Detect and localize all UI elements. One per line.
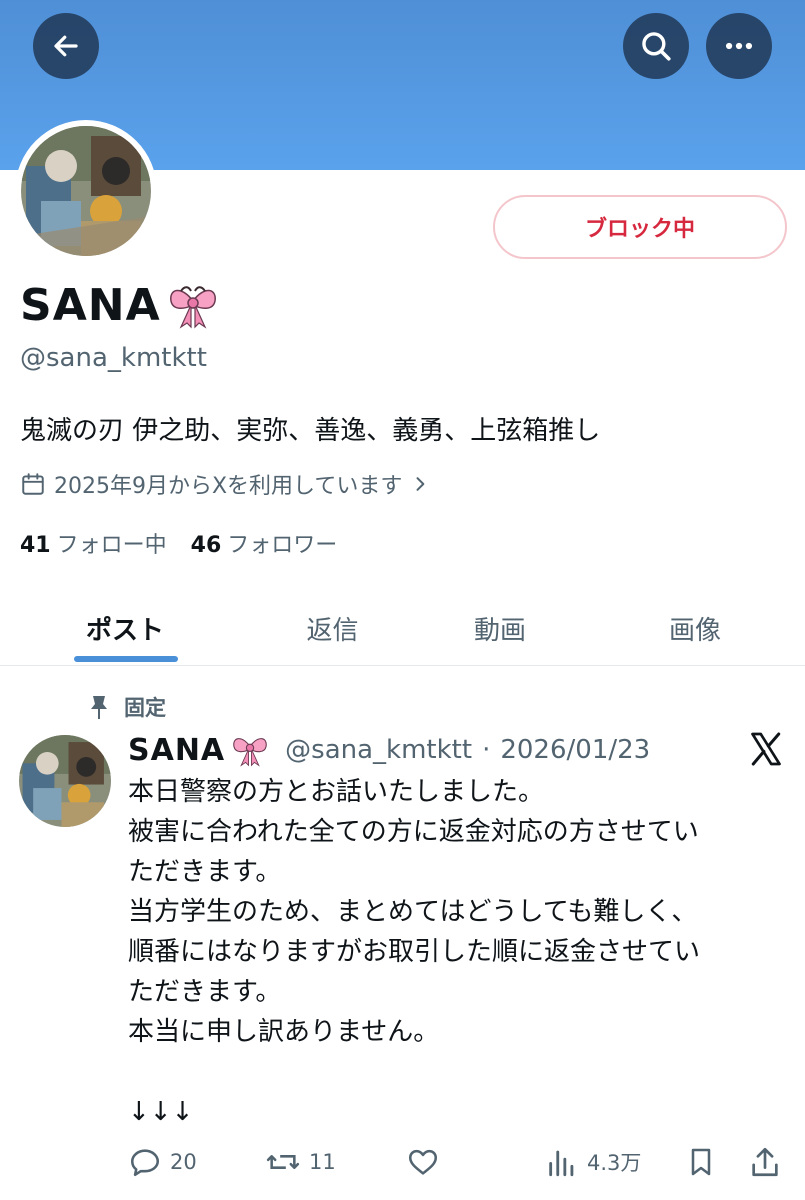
share-icon [752,1147,778,1177]
bookmark-button[interactable] [685,1140,717,1184]
x-logo-icon [751,732,781,766]
post-separator: · [482,735,491,765]
tab-videos[interactable]: 動画 [400,590,600,666]
post-avatar[interactable] [19,735,111,827]
like-button[interactable] [405,1140,441,1184]
joined-date-text: 2025年9月からXを利用しています [54,474,403,499]
block-status-button[interactable]: ブロック中 [493,195,787,259]
repost-count: 11 [309,1150,336,1174]
ribbon-emoji [169,286,216,329]
repost-button[interactable]: 11 [265,1140,336,1184]
post-date[interactable]: 2026/01/23 [500,735,650,765]
profile-handle: @sana_kmtktt [20,343,207,373]
profile-avatar[interactable] [15,120,157,262]
more-horizontal-icon [725,42,753,50]
avatar-illustration-small [19,735,111,827]
followers-link[interactable]: 46 フォロワー [191,527,338,559]
following-count: 41 [20,533,51,558]
calendar-icon [22,473,44,495]
tab-images[interactable]: 画像 [595,590,795,666]
profile-display-name: SANA [20,280,219,332]
profile-tabs: ポスト 返信 動画 画像 [0,590,805,666]
reply-button[interactable]: 20 [128,1140,197,1184]
heart-icon [408,1149,438,1175]
chevron-right-icon [416,477,425,491]
ribbon-emoji-small [233,738,267,767]
reply-icon [130,1149,160,1177]
post-header: SANA @sana_kmtktt · 2026/01/23 [128,728,650,772]
followers-count: 46 [190,533,222,558]
repost-icon [266,1155,300,1169]
active-tab-indicator [74,656,178,662]
views-chart-icon [549,1150,574,1177]
following-link[interactable]: 41 フォロー中 [20,527,167,559]
pin-icon [91,696,107,719]
joined-date-row[interactable]: 2025年9月からXを利用しています [20,468,430,500]
bookmark-icon [691,1148,711,1176]
tab-posts[interactable]: ポスト [20,590,230,666]
share-button[interactable] [748,1140,782,1184]
views-button[interactable]: 4.3万 [545,1140,641,1184]
arrow-left-icon [54,35,78,57]
pinned-text: 固定 [124,696,166,720]
post-author-name[interactable]: SANA [128,733,225,768]
follow-stats: 41 フォロー中 46 フォロワー [20,527,337,559]
pinned-label-row: 固定 [88,692,166,722]
search-button[interactable] [623,13,689,79]
post-text: 本日警察の方とお話いたしました。 被害に合われた全ての方に返金対応の方させてい … [128,777,701,1127]
back-button[interactable] [33,13,99,79]
reply-count: 20 [170,1150,197,1174]
followers-label: フォロワー [227,533,338,558]
views-count: 4.3万 [587,1151,642,1175]
profile-bio: 鬼滅の刃 伊之助、実弥、善逸、義勇、上弦箱推し [20,416,601,446]
avatar-illustration [21,126,151,256]
following-label: フォロー中 [56,533,167,558]
display-name-text: SANA [20,280,161,331]
post-actions: 20 11 4.3万 [0,1140,805,1184]
post-handle[interactable]: @sana_kmtktt [285,735,472,765]
more-button[interactable] [706,13,772,79]
search-icon [642,32,671,61]
